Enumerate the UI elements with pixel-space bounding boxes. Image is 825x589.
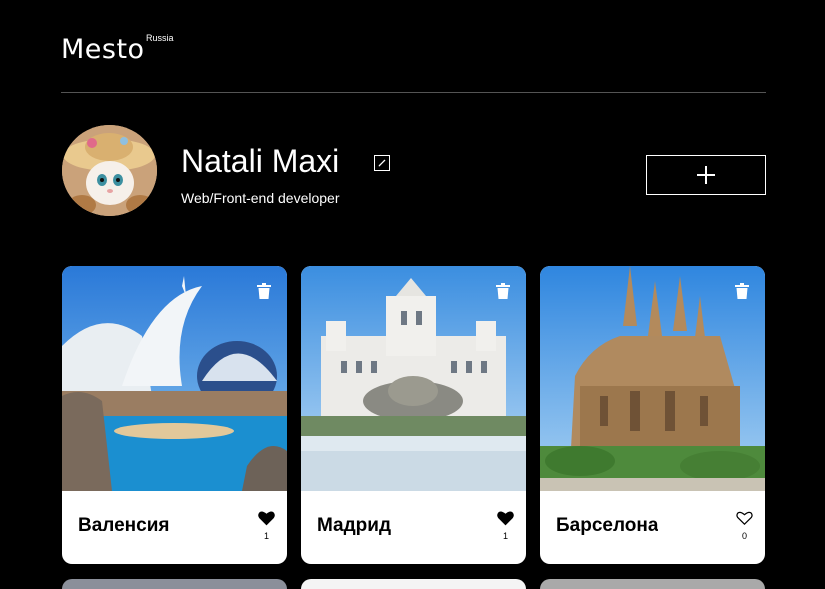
profile-name: Natali Maxi bbox=[181, 143, 340, 179]
heart-icon[interactable] bbox=[497, 510, 514, 526]
like-count: 1 bbox=[502, 531, 508, 541]
card-title: Барселона bbox=[556, 515, 659, 536]
card: Мадрид 1 bbox=[301, 266, 526, 564]
heart-icon[interactable] bbox=[258, 510, 275, 526]
card-title: Валенсия bbox=[78, 515, 170, 536]
card: Барселона 0 bbox=[540, 266, 765, 564]
profile-job: Web/Front-end developer bbox=[181, 190, 340, 206]
heart-icon[interactable] bbox=[736, 510, 753, 526]
card-partial bbox=[540, 579, 765, 589]
like-count: 0 bbox=[741, 531, 747, 541]
avatar[interactable] bbox=[62, 125, 157, 216]
trash-icon[interactable] bbox=[735, 283, 749, 299]
add-card-button[interactable] bbox=[646, 155, 766, 195]
trash-icon[interactable] bbox=[257, 283, 271, 299]
card: Валенсия 1 bbox=[62, 266, 287, 564]
card-image[interactable] bbox=[62, 266, 287, 491]
avatar-image bbox=[62, 125, 157, 216]
card-title: Мадрид bbox=[317, 515, 392, 536]
edit-profile-button[interactable] bbox=[374, 155, 390, 171]
card-partial bbox=[301, 579, 526, 589]
edit-icon bbox=[378, 159, 386, 167]
card-partial bbox=[62, 579, 287, 589]
card-image[interactable] bbox=[540, 266, 765, 491]
logo-superscript: Russia bbox=[146, 33, 174, 43]
trash-icon[interactable] bbox=[496, 283, 510, 299]
profile: Natali Maxi Web/Front-end developer bbox=[61, 124, 766, 217]
plus-icon bbox=[697, 166, 715, 184]
header: Mesto Russia bbox=[61, 30, 766, 93]
logo[interactable]: Mesto bbox=[61, 34, 145, 65]
like-count: 1 bbox=[263, 531, 269, 541]
card-image[interactable] bbox=[301, 266, 526, 491]
